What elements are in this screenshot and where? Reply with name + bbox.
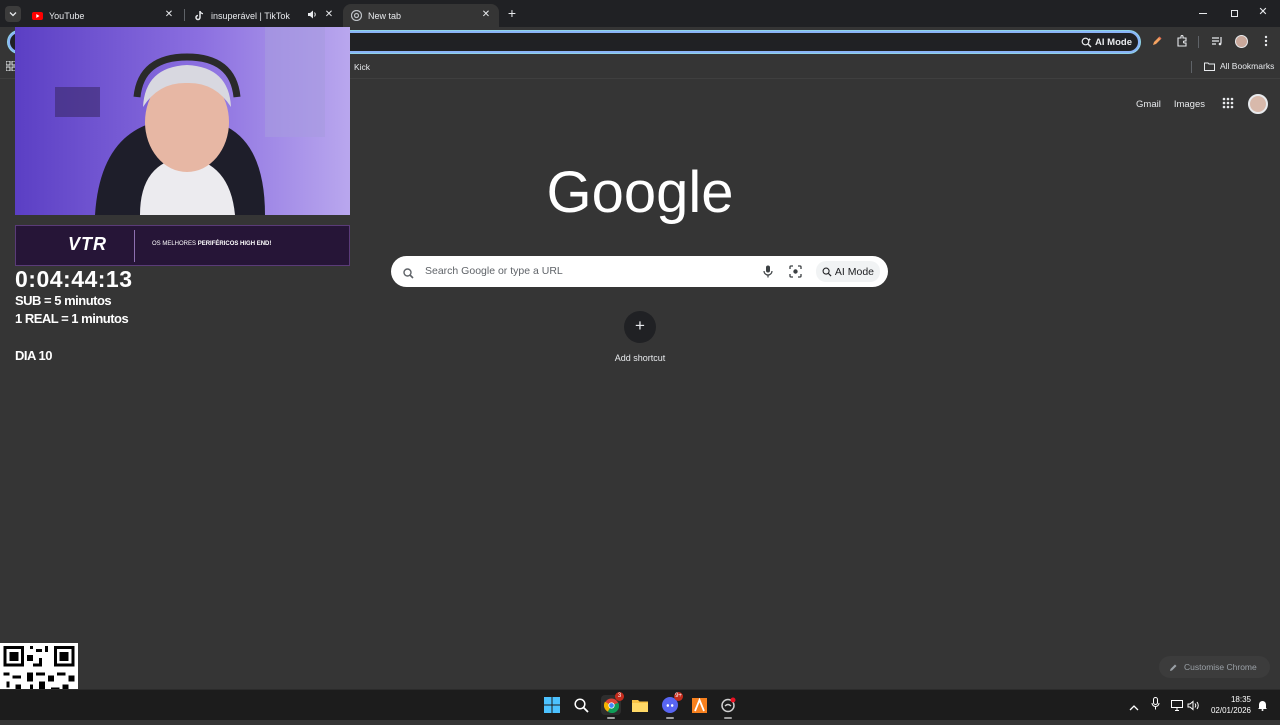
restore-button[interactable] [1227, 6, 1241, 20]
ai-search-icon [822, 267, 832, 277]
subathon-timer: 0:04:44:13 [15, 266, 133, 292]
speaker-icon[interactable] [307, 9, 318, 22]
banner-brand: VTR [68, 234, 107, 254]
taskbar-chrome-icon[interactable]: 3 [601, 692, 624, 715]
lens-search-icon[interactable] [789, 265, 802, 283]
banner-text-plain: OS MELHORES [152, 241, 197, 247]
network-icon[interactable] [1171, 698, 1183, 716]
chevron-down-icon [9, 12, 17, 17]
tab-new-tab[interactable]: New tab ✕ [343, 4, 499, 27]
show-hidden-icons-icon[interactable] [1129, 699, 1139, 717]
omnibox-ai-mode-button[interactable]: AI Mode [1081, 34, 1132, 50]
google-apps-icon[interactable] [1222, 97, 1234, 112]
tab-close-button[interactable]: ✕ [479, 8, 493, 22]
pen-icon[interactable] [1149, 33, 1165, 49]
add-shortcut-label: Add shortcut [614, 353, 666, 363]
notification-bell-icon[interactable] [1257, 698, 1268, 716]
tab-divider [184, 9, 185, 21]
all-bookmarks-button[interactable]: All Bookmarks [1204, 61, 1274, 71]
extensions-icon[interactable] [1174, 33, 1190, 49]
profile-avatar[interactable] [1233, 33, 1249, 49]
real-rate-text: 1 REAL = 1 minutos [15, 311, 129, 326]
sponsor-banner: VTR OS MELHORES PERIFÉRICOS HIGH END! [15, 225, 350, 266]
ai-mode-label: AI Mode [834, 265, 874, 278]
all-bookmarks-label: All Bookmarks [1220, 61, 1275, 71]
more-menu-icon[interactable] [1258, 33, 1274, 49]
ai-search-icon [1081, 37, 1092, 47]
images-link[interactable]: Images [1174, 99, 1205, 110]
account-avatar[interactable] [1248, 94, 1268, 114]
youtube-icon [32, 10, 43, 21]
ai-mode-button[interactable]: AI Mode [815, 261, 880, 282]
windows-start-icon[interactable] [542, 695, 562, 715]
add-shortcut-button[interactable]: + [624, 311, 656, 343]
clock-time: 18:35 [1230, 695, 1251, 704]
voice-search-icon[interactable] [763, 265, 773, 283]
volume-icon[interactable] [1187, 698, 1200, 716]
banner-text: OS MELHORES PERIFÉRICOS HIGH END! [152, 241, 271, 247]
sub-rate-text: SUB = 5 minutos [15, 293, 112, 308]
plus-icon: + [635, 316, 645, 335]
tab-strip: YouTube ✕ insuperável | TikTok ✕ New tab… [0, 0, 1280, 27]
tab-label: New tab [368, 10, 402, 21]
tab-close-button[interactable]: ✕ [162, 8, 176, 22]
google-logo: Google [546, 160, 733, 232]
tab-youtube[interactable]: YouTube ✕ [24, 4, 182, 27]
tab-tiktok[interactable]: insuperável | TikTok ✕ [186, 4, 342, 27]
minimize-button[interactable] [1196, 6, 1210, 20]
clock-date: 02/01/2026 [1210, 706, 1251, 715]
customise-chrome-button[interactable]: Customise Chrome [1159, 656, 1270, 678]
pencil-icon [1170, 664, 1177, 671]
discord-icon[interactable]: 9+ [660, 692, 683, 715]
search-box[interactable]: Search Google or type a URL AI Mode [391, 256, 888, 287]
stream-timer-overlay: 0:04:44:13 SUB = 5 minutos 1 REAL = 1 mi… [15, 266, 133, 365]
tab-label: YouTube [49, 10, 85, 21]
search-icon [403, 266, 414, 284]
taskbar-search-icon[interactable] [571, 695, 591, 715]
google-logo-text: Google [548, 162, 732, 225]
media-controls-icon[interactable] [1209, 33, 1225, 49]
bookmark-item-kick[interactable]: Kick [354, 62, 370, 72]
day-counter: DIA 10 [15, 348, 52, 363]
tab-label: insuperável | TikTok [211, 10, 290, 21]
search-placeholder: Search Google or type a URL [425, 265, 563, 277]
bookmarks-divider [1191, 61, 1192, 73]
ntp-header-links: Gmail Images [1136, 94, 1268, 114]
gmail-link[interactable]: Gmail [1136, 99, 1161, 110]
tab-search-button[interactable] [5, 6, 21, 22]
banner-divider [134, 230, 135, 262]
webcam-overlay [15, 27, 350, 215]
file-explorer-icon[interactable] [630, 695, 650, 715]
app-circle-icon[interactable] [718, 695, 738, 715]
chrome-notification-badge: 3 [615, 692, 624, 701]
close-window-button[interactable]: ✕ [1256, 5, 1270, 19]
system-clock[interactable]: 18:35 02/01/2026 [1211, 694, 1251, 716]
toolbar-divider [1198, 36, 1199, 48]
banner-text-bold: PERIFÉRICOS HIGH END! [197, 241, 272, 247]
active-app-indicator [607, 717, 615, 719]
chrome-icon [351, 10, 362, 21]
folder-icon [1204, 62, 1215, 71]
tab-close-button[interactable]: ✕ [322, 8, 336, 22]
banner-logo: VTR [68, 234, 107, 255]
microphone-icon[interactable] [1151, 697, 1160, 715]
tiktok-icon [194, 10, 205, 21]
customise-chrome-label: Customise Chrome [1184, 662, 1257, 672]
app-a-icon[interactable] [689, 695, 709, 715]
new-tab-button[interactable]: + [505, 6, 519, 21]
active-app-indicator [666, 717, 674, 719]
windows-taskbar: 3 9+ 18:35 02/01/2026 [0, 689, 1280, 720]
omnibox-ai-mode-label: AI Mode [1095, 36, 1132, 48]
discord-notification-badge: 9+ [674, 692, 683, 701]
active-app-indicator [724, 717, 732, 719]
